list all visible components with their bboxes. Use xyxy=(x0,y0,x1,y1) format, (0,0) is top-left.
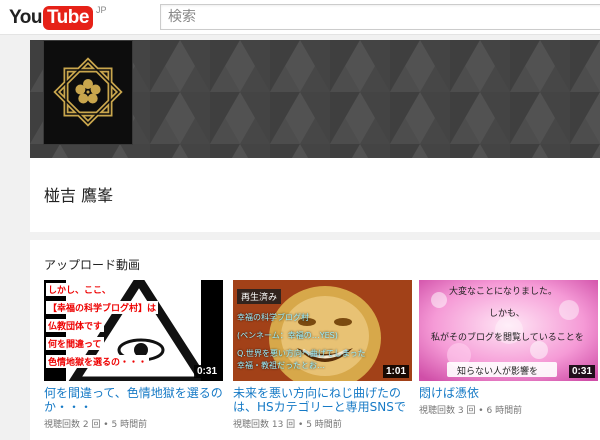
thumb-text: 私がそのブログを閲覧していることを xyxy=(431,333,584,343)
thumb-text: 仏教団体です xyxy=(46,319,105,332)
uploads-section: アップロード動画 しかし、ここ、 【幸福の科学ブログ村】は 仏教団体です 何を間… xyxy=(30,240,600,440)
watched-badge: 再生済み xyxy=(237,289,282,304)
thumb-text: 幸福の科学ブログ村 xyxy=(237,313,309,322)
thumb-text: (ペンネーム：幸福の…YES) xyxy=(237,331,338,340)
channel-avatar[interactable] xyxy=(43,40,133,145)
channel-name[interactable]: 椪吉 鷹峯 xyxy=(44,182,113,206)
video-title[interactable]: 何を間違って、色情地獄を選るのか・・・ xyxy=(44,386,223,414)
channel-header: 椪吉 鷹峯 xyxy=(30,158,600,232)
video-thumbnail[interactable]: 大変なことになりました。 しかも、 私がそのブログを閲覧していることを 知らない… xyxy=(419,280,598,381)
video-card[interactable]: 再生済み 幸福の科学ブログ村 (ペンネーム：幸福の…YES) Q.世界を悪い方向… xyxy=(233,280,412,430)
video-card[interactable]: しかし、ここ、 【幸福の科学ブログ村】は 仏教団体です 何を間違って 色情地獄を… xyxy=(44,280,223,430)
video-meta: 視聴回数 3 回 • 6 時間前 xyxy=(419,406,523,416)
thumb-text: 【幸福の科学ブログ村】は xyxy=(46,301,159,314)
logo-tube-text: Tube xyxy=(42,6,93,30)
thumb-text: 色情地獄を選るの・・・ xyxy=(46,355,150,368)
crest-icon xyxy=(53,57,123,127)
thumb-text: 大変なことになりました。 xyxy=(449,287,558,297)
video-card[interactable]: 大変なことになりました。 しかも、 私がそのブログを閲覧していることを 知らない… xyxy=(419,280,598,416)
search-box[interactable] xyxy=(160,4,600,30)
logo-region-label: JP xyxy=(95,5,107,15)
thumb-text: 幸福・教祖だったとお… xyxy=(237,361,325,370)
video-duration: 0:31 xyxy=(193,365,220,378)
thumb-text: しかし、ここ、 xyxy=(46,283,113,296)
thumb-text: 何を間違って xyxy=(46,337,104,350)
video-meta: 視聴回数 13 回 • 5 時間前 xyxy=(233,420,342,430)
video-thumbnail[interactable]: しかし、ここ、 【幸福の科学ブログ村】は 仏教団体です 何を間違って 色情地獄を… xyxy=(44,280,223,381)
logo-you-text: You xyxy=(9,7,42,28)
thumb-text: しかも、 xyxy=(489,309,525,319)
section-title[interactable]: アップロード動画 xyxy=(44,256,140,273)
video-duration: 0:31 xyxy=(568,365,595,378)
thumb-text: Q.世界を悪い方向へ曲げてしまった xyxy=(237,349,366,358)
video-duration: 1:01 xyxy=(382,365,409,378)
video-title[interactable]: 未来を悪い方向にねじ曲げたのは、HSカテゴリーと専用SNSで暗躍す… xyxy=(233,386,412,414)
thumb-text: 知らない人が影響を xyxy=(457,367,539,377)
video-thumbnail[interactable]: 再生済み 幸福の科学ブログ村 (ペンネーム：幸福の…YES) Q.世界を悪い方向… xyxy=(233,280,412,381)
youtube-logo[interactable]: You Tube JP xyxy=(9,5,107,30)
video-meta: 視聴回数 2 回 • 5 時間前 xyxy=(44,420,148,430)
masthead: You Tube JP xyxy=(0,0,600,35)
search-input[interactable] xyxy=(161,5,600,29)
video-title[interactable]: 悶けば憑依 xyxy=(419,386,598,400)
